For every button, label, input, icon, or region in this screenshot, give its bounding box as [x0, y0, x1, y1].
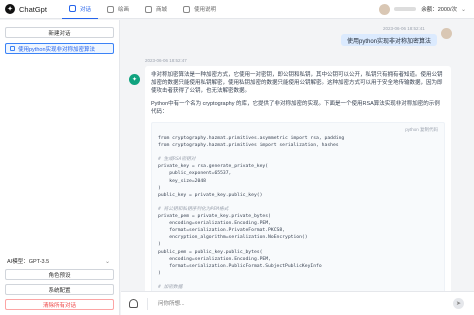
code-line: from cryptography.hazmat.primitives.asym… [158, 136, 345, 142]
code-line: format=serialization.PublicFormat.Subjec… [158, 263, 322, 269]
code-line: encoding=serialization.Encoding.PEM, [158, 256, 271, 262]
top-bar: ✦ ChatGpt 对话 绘画 商城 使用说明 余额：2000/次 ⌄ [0, 0, 474, 19]
chat-area: 2023-06-06 18:52:41 使用python实现非对称加密算法 20… [121, 20, 474, 291]
openai-icon: ✦ [129, 74, 140, 85]
code-line: ) [158, 242, 161, 248]
code-line: from cryptography.hazmat.primitives impo… [158, 143, 339, 149]
new-chat-button[interactable]: 新建对话 [5, 27, 114, 38]
send-icon[interactable]: ➤ [453, 298, 464, 309]
code-line: public_key = private_key.public_key() [158, 192, 263, 198]
model-label: AI模型：GPT-3.5 [7, 259, 50, 265]
tab-shop[interactable]: 商城 [138, 0, 174, 19]
tab-label: 绘画 [118, 7, 130, 13]
input-bar: ➤ [121, 291, 474, 315]
user-message: 使用python实现非对称加密算法 [340, 34, 437, 46]
code-line: # 将公钥和私钥序列化为PEM格式 [158, 206, 229, 212]
tab-label: 商城 [156, 7, 168, 13]
avatar [441, 28, 452, 39]
copy-code-button[interactable]: python 复制代码 [158, 127, 438, 133]
code-line: public_exponent=65537, [158, 171, 232, 177]
code-line: private_pem = private_key.private_bytes( [158, 214, 271, 220]
bot-paragraph: 非对称加密算法是一种加密方式，它使用一对密钥，即公钥和私钥，其中公钥可以公开，私… [151, 72, 443, 95]
user-message-time: 2023-06-06 18:52:41 [383, 26, 425, 31]
code-line: key_size=2048 [158, 178, 206, 184]
tab-chat[interactable]: 对话 [62, 0, 99, 19]
code-line: encoding=serialization.Encoding.PEM, [158, 221, 271, 227]
code-lines: from cryptography.hazmat.primitives.asym… [158, 135, 438, 291]
tab-label: 使用说明 [194, 7, 217, 13]
system-config-button[interactable]: 系统配置 [5, 284, 114, 295]
code-line: format=serialization.PrivateFormat.PKCS8… [158, 228, 285, 234]
clear-all-button[interactable]: 清除所有对话 [5, 299, 114, 310]
bot-message: 非对称加密算法是一种加密方式，它使用一对密钥，即公钥和私钥，其中公钥可以公开，私… [145, 66, 451, 291]
role-preset-button[interactable]: 角色预设 [5, 269, 114, 280]
sidebar: 新建对话 使用python实现非对称加密算法 AI模型：GPT-3.5 ⌄ 角色… [0, 20, 120, 315]
tab-draw[interactable]: 绘画 [100, 0, 136, 19]
message-icon [10, 46, 15, 51]
avatar [379, 3, 391, 15]
model-select[interactable]: AI模型：GPT-3.5 ⌄ [5, 256, 114, 266]
code-line: # 加密数据 [158, 284, 183, 290]
code-line: public_pem = public_key.public_bytes( [158, 249, 263, 255]
code-line: ) [158, 270, 161, 276]
shop-icon [145, 5, 153, 13]
tab-label: 对话 [80, 6, 92, 13]
balance: 余额：2000/次 [421, 7, 457, 13]
image-icon [107, 5, 115, 13]
openai-icon: ✦ [5, 4, 15, 14]
divider [147, 297, 148, 310]
code-line: private_key = rsa.generate_private_key( [158, 164, 269, 170]
brand[interactable]: ✦ ChatGpt [0, 4, 60, 14]
upload-icon[interactable] [129, 299, 138, 308]
chevron-down-icon: ⌄ [104, 258, 110, 265]
conversation-item[interactable]: 使用python实现非对称加密算法 [5, 43, 114, 54]
user-menu[interactable]: 余额：2000/次 ⌄ [379, 3, 474, 15]
doc-icon [183, 5, 191, 13]
bot-message-time: 2023-06-06 18:52:47 [145, 58, 187, 63]
code-block: python 复制代码 from cryptography.hazmat.pri… [151, 122, 445, 291]
message-input[interactable] [158, 296, 453, 311]
bot-paragraph: Python中有一个名为 cryptography 的库，它提供了非对称加密的实… [151, 100, 440, 115]
tab-guide[interactable]: 使用说明 [176, 0, 223, 19]
app: ✦ ChatGpt 对话 绘画 商城 使用说明 余额：2000/次 ⌄ 新建对话 [0, 0, 474, 315]
chat-icon [69, 5, 76, 12]
code-line: ) [158, 185, 161, 191]
code-line: # 生成RSA密钥对 [158, 157, 196, 163]
conversation-title: 使用python实现非对称加密算法 [18, 46, 96, 53]
brand-name: ChatGpt [19, 4, 47, 14]
user-name-redacted [394, 7, 417, 11]
chevron-down-icon: ⌄ [460, 6, 466, 13]
code-line: encryption_algorithm=serialization.NoEnc… [158, 235, 308, 241]
